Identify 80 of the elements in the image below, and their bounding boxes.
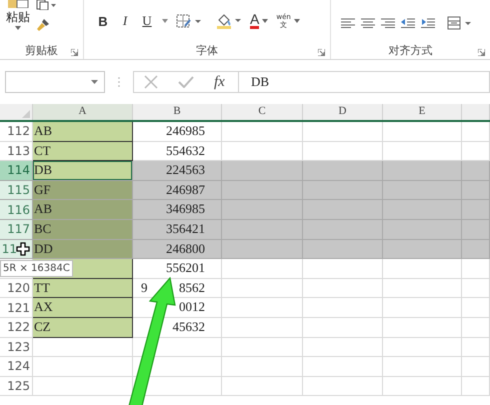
table-cell [462, 200, 490, 220]
table-cell [462, 357, 490, 377]
align-right-icon[interactable] [381, 18, 395, 28]
table-cell: AB [33, 122, 133, 142]
table-cell: CZ [33, 318, 133, 338]
table-cell: CT [33, 142, 133, 162]
fill-color-icon[interactable] [216, 13, 242, 29]
group-label: 对齐方式 [388, 42, 432, 58]
column-header[interactable]: B [133, 104, 222, 120]
row-header[interactable]: 113 [0, 142, 33, 162]
insert-function-button[interactable]: fx [214, 74, 225, 90]
caret-icon[interactable] [294, 19, 300, 23]
align-center-icon[interactable] [361, 18, 375, 28]
increase-indent-icon[interactable] [421, 18, 435, 28]
table-cell: 346985 [133, 200, 222, 220]
row-header[interactable]: 123 [0, 338, 33, 358]
underline-button[interactable]: U [140, 13, 154, 29]
table-cell: 356421 [133, 220, 222, 240]
row-header[interactable]: 116 [0, 200, 33, 220]
table-cell [462, 278, 490, 298]
borders-icon[interactable] [176, 14, 202, 28]
row-header[interactable]: 114 [0, 161, 33, 181]
table-cell [462, 161, 490, 181]
column-header[interactable]: E [383, 104, 462, 120]
table-cell: DB [33, 161, 133, 181]
table-cell [462, 298, 490, 318]
table-cell [462, 376, 490, 396]
table-cell [462, 220, 490, 240]
dialog-launcher-icon[interactable] [318, 49, 325, 56]
align-left-icon[interactable] [341, 18, 355, 28]
table-cell [462, 338, 490, 358]
font-color-button[interactable]: A [250, 13, 260, 29]
table-cell: 224563 [133, 161, 222, 181]
caret-icon[interactable] [91, 80, 98, 84]
table-cell [462, 180, 490, 200]
bold-button[interactable]: B [96, 14, 110, 28]
table-cell: 556201 [133, 259, 222, 279]
row-header[interactable]: 120 [0, 278, 33, 298]
group-label: 字体 [196, 42, 218, 58]
row-header[interactable]: 11 [0, 240, 33, 260]
column-header[interactable]: C [222, 104, 303, 120]
copy-icon[interactable] [36, 0, 56, 10]
clipboard-icon[interactable] [7, 0, 29, 8]
table-cell: 246987 [133, 180, 222, 200]
paste-button[interactable]: 粘贴 [6, 10, 30, 24]
format-painter-icon[interactable] [36, 18, 50, 32]
group-label: 剪贴板 [25, 42, 58, 58]
italic-button[interactable]: I [118, 13, 132, 29]
table-cell: AX [33, 298, 133, 318]
dialog-launcher-icon[interactable] [478, 49, 485, 56]
row-header[interactable]: 112 [0, 122, 33, 142]
corner-triangle-icon [22, 110, 30, 118]
decrease-indent-icon[interactable] [401, 18, 415, 28]
selection-tooltip: 5R × 16384C [0, 260, 73, 277]
dialog-launcher-icon[interactable] [71, 49, 78, 56]
table-cell: AB [33, 200, 133, 220]
merge-cells-icon[interactable] [447, 16, 471, 30]
row-header[interactable]: 115 [0, 180, 33, 200]
row-header[interactable]: 124 [0, 357, 33, 377]
table-cell [462, 122, 490, 142]
table-cell: TT [33, 278, 133, 298]
table-cell: BC [33, 220, 133, 240]
table-cell: 246985 [133, 122, 222, 142]
formula-input[interactable]: DB [239, 71, 490, 93]
row-header[interactable]: 117 [0, 220, 33, 240]
table-cell: DD [33, 240, 133, 260]
column-header[interactable]: D [303, 104, 383, 120]
table-cell: GF [33, 180, 133, 200]
row-header[interactable]: 125 [0, 376, 33, 396]
column-header[interactable]: A [33, 104, 133, 120]
table-cell [462, 259, 490, 279]
check-icon[interactable] [178, 76, 194, 88]
table-cell [462, 318, 490, 338]
row-header[interactable]: 122 [0, 318, 33, 338]
caret-icon[interactable] [15, 26, 21, 30]
table-cell: 246800 [133, 240, 222, 260]
caret-icon[interactable] [162, 19, 168, 23]
caret-icon[interactable] [262, 19, 268, 23]
row-header[interactable]: 121 [0, 298, 33, 318]
table-cell [462, 240, 490, 260]
